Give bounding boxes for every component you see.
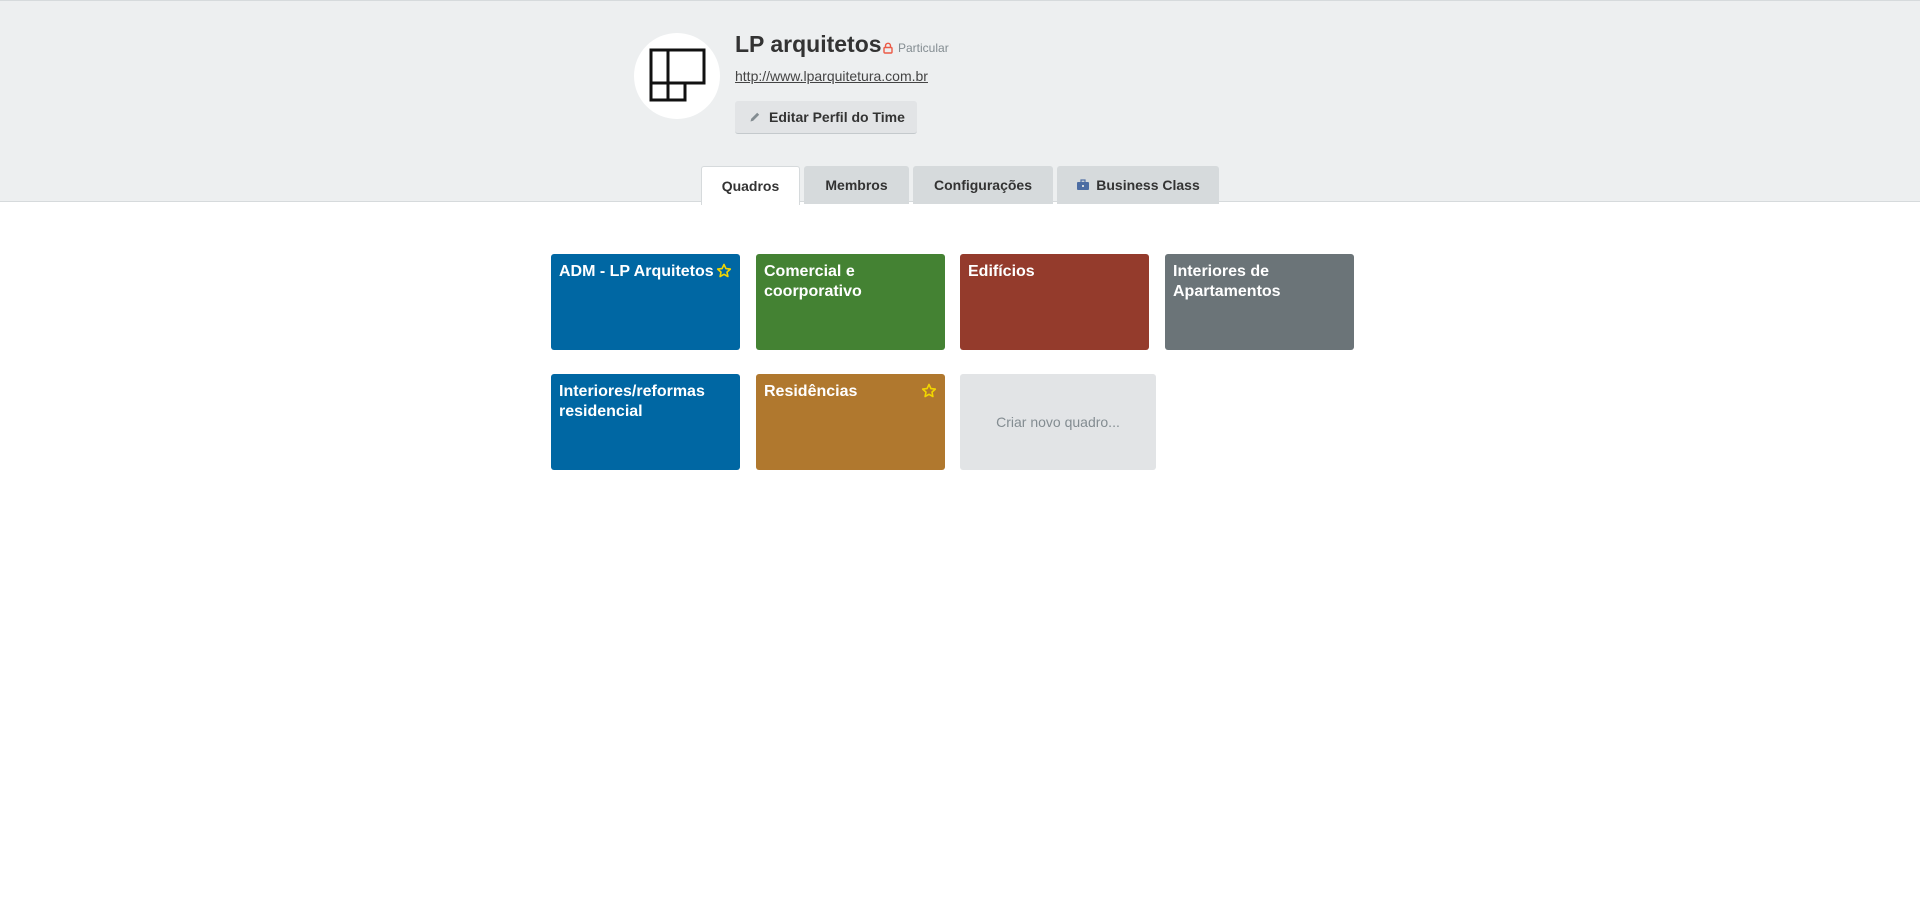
- board-tile-adm-lp-arquitetos[interactable]: ADM - LP Arquitetos: [551, 254, 740, 350]
- board-title: Edifícios: [968, 263, 1035, 280]
- board-tile-interiores-reformas-residencial[interactable]: Interiores/reformas residencial: [551, 374, 740, 470]
- board-title: Interiores de Apartamentos: [1173, 263, 1281, 300]
- team-tabs: Quadros Membros Configurações Business C…: [0, 166, 1920, 205]
- tab-membros-label: Membros: [825, 177, 888, 193]
- board-tile-edificios[interactable]: Edifícios: [960, 254, 1149, 350]
- star-icon[interactable]: [921, 383, 937, 399]
- tab-business-class-label: Business Class: [1096, 177, 1200, 193]
- team-website-link[interactable]: http://www.lparquitetura.com.br: [735, 68, 928, 84]
- tab-quadros-label: Quadros: [721, 178, 780, 194]
- board-title: ADM - LP Arquitetos: [559, 263, 714, 280]
- tab-quadros[interactable]: Quadros: [701, 166, 800, 205]
- board-tile-comercial-e-coorporativo[interactable]: Comercial e coorporativo: [756, 254, 945, 350]
- tab-configuracoes-label: Configurações: [933, 177, 1032, 193]
- board-tile-residencias[interactable]: Residências: [756, 374, 945, 470]
- tab-business-class[interactable]: Business Class: [1057, 166, 1219, 204]
- edit-team-profile-label: Editar Perfil do Time: [769, 109, 905, 125]
- edit-team-profile-button[interactable]: Editar Perfil do Time: [735, 101, 917, 134]
- team-logo: [649, 48, 706, 102]
- team-header: LP arquitetos Particular http://www.lpar…: [0, 0, 1920, 205]
- board-title: Interiores/reformas residencial: [559, 383, 705, 420]
- create-board-button[interactable]: Criar novo quadro...: [960, 374, 1156, 470]
- team-avatar: [634, 33, 720, 119]
- tab-membros[interactable]: Membros: [804, 166, 909, 204]
- tab-configuracoes[interactable]: Configurações: [913, 166, 1053, 204]
- board-title: Residências: [764, 383, 858, 400]
- privacy-label: Particular: [898, 41, 949, 55]
- privacy-badge: Particular: [882, 41, 949, 55]
- board-title: Comercial e coorporativo: [764, 263, 862, 300]
- team-name: LP arquitetos: [735, 31, 882, 57]
- board-tile-interiores-de-apartamentos[interactable]: Interiores de Apartamentos: [1165, 254, 1354, 350]
- pencil-icon: [750, 112, 760, 122]
- create-board-label: Criar novo quadro...: [996, 414, 1120, 430]
- briefcase-icon: [1077, 179, 1090, 190]
- star-icon[interactable]: [716, 263, 732, 279]
- lock-icon: [883, 42, 893, 54]
